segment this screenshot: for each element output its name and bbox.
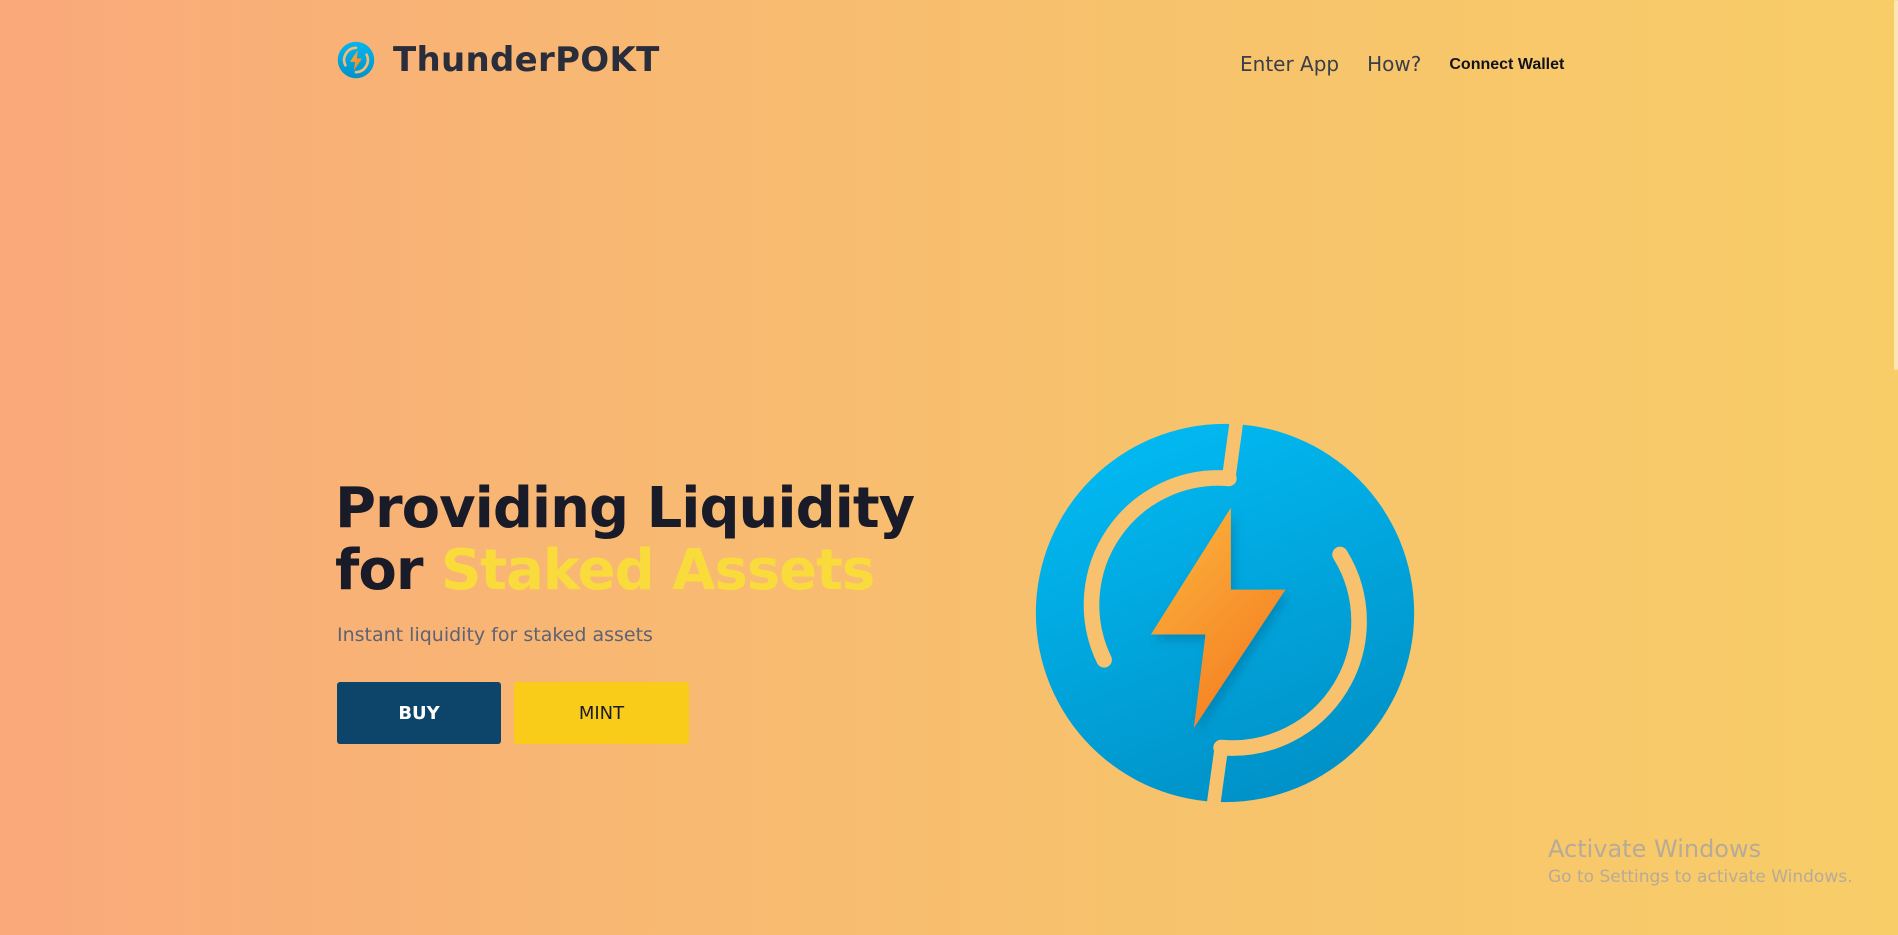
- hero-title-line1: Providing Liquidity: [335, 476, 915, 541]
- hero-subtitle: Instant liquidity for staked assets: [337, 624, 653, 646]
- scrollbar-thumb[interactable]: [1894, 0, 1898, 370]
- mint-button[interactable]: MINT: [514, 682, 689, 744]
- brand-name: ThunderPOKT: [393, 40, 660, 80]
- windows-activation-watermark: Activate Windows Go to Settings to activ…: [1548, 834, 1853, 890]
- top-nav: Enter App How? Connect Wallet: [1240, 50, 1564, 78]
- hero-title-prefix: for: [335, 538, 441, 603]
- hero-title-accent: Staked Assets: [440, 538, 875, 603]
- brand-logo-link[interactable]: ThunderPOKT: [337, 40, 660, 80]
- watermark-subtitle: Go to Settings to activate Windows.: [1548, 867, 1853, 887]
- connect-wallet-button[interactable]: Connect Wallet: [1449, 56, 1564, 74]
- thunderpokt-logo-icon: [337, 41, 375, 79]
- nav-how[interactable]: How?: [1367, 52, 1421, 76]
- watermark-title: Activate Windows: [1548, 835, 1762, 863]
- nav-enter-app[interactable]: Enter App: [1240, 52, 1339, 76]
- hero-title: Providing Liquidity for Staked Assets: [335, 476, 915, 603]
- page-scrollbar[interactable]: [1892, 0, 1898, 935]
- thunderpokt-logo-large: [1035, 418, 1415, 808]
- buy-button[interactable]: BUY: [337, 682, 501, 744]
